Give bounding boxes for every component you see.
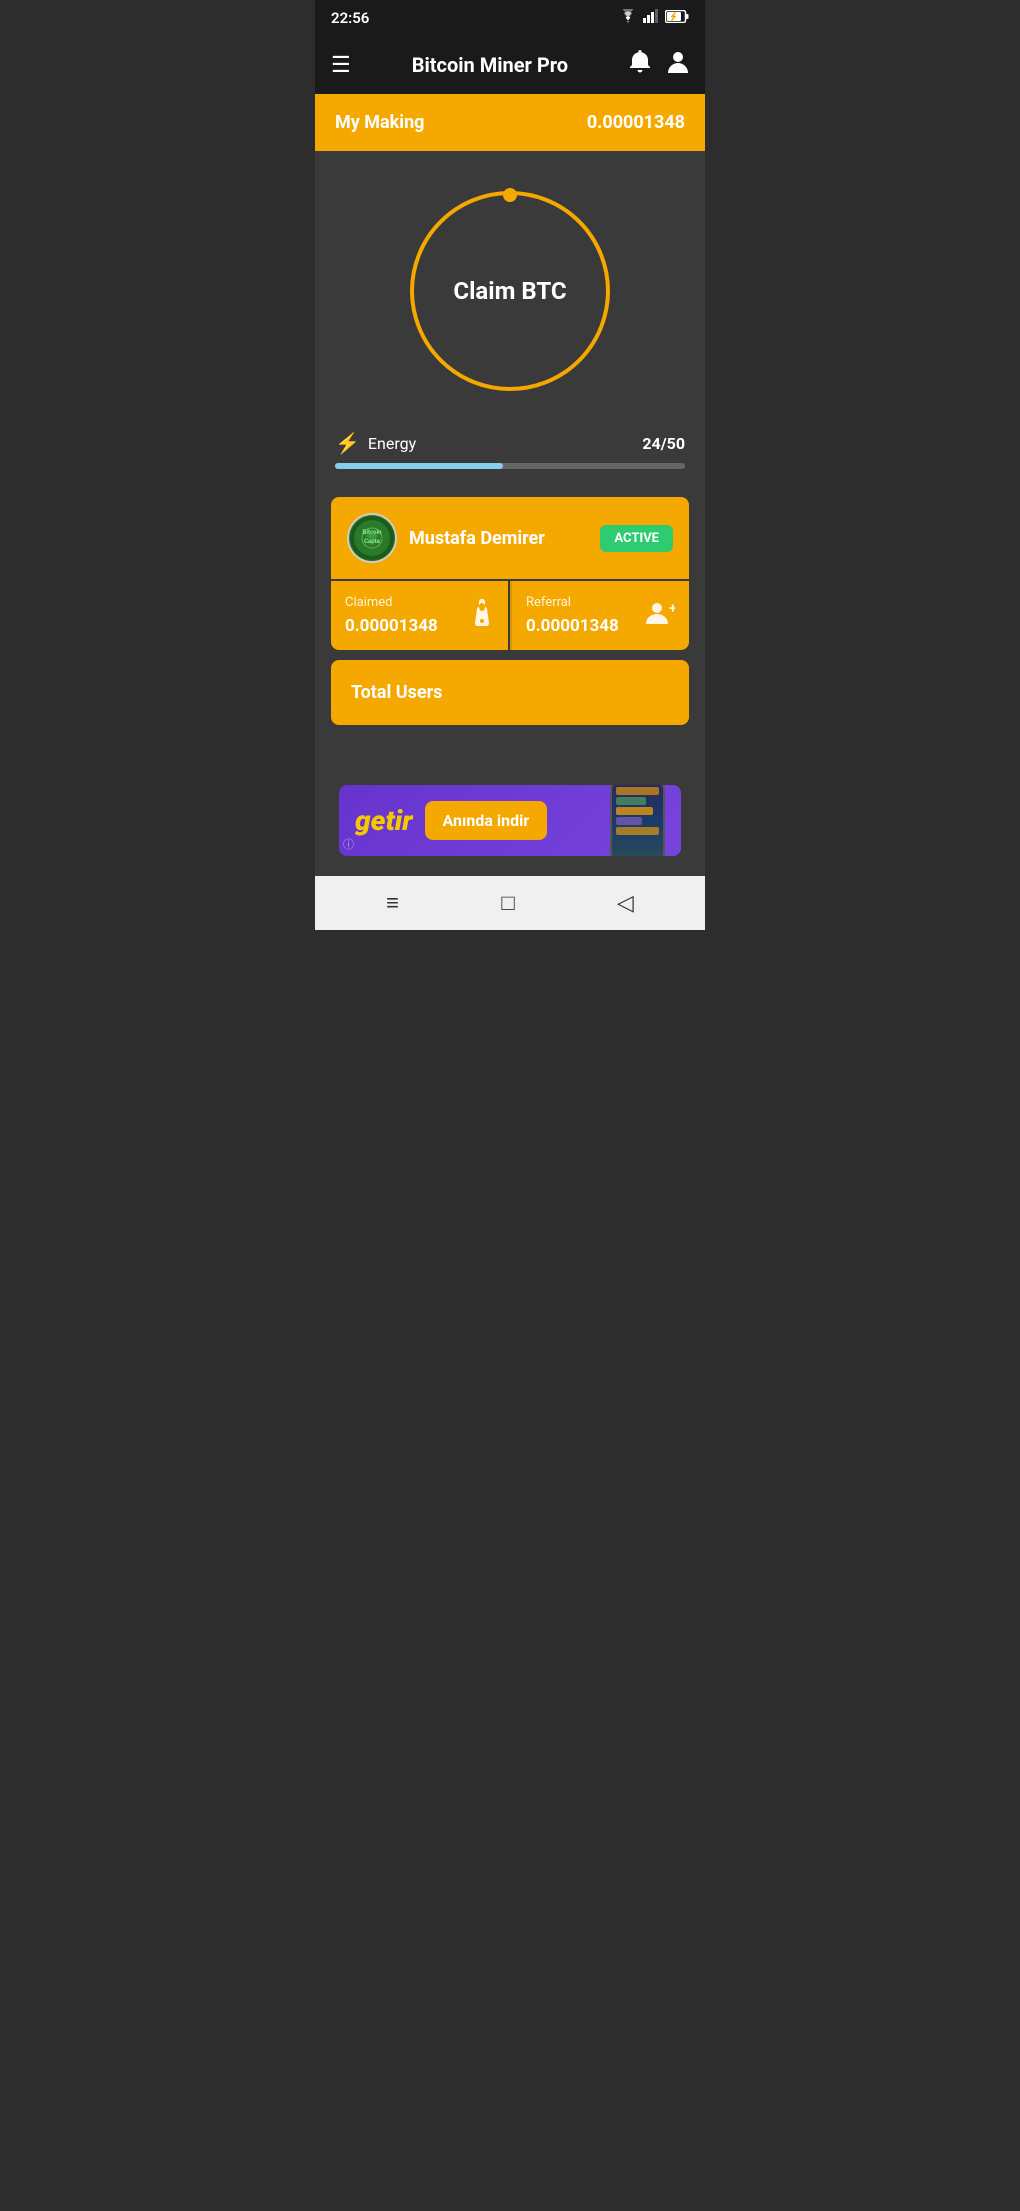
app-title: Bitcoin Miner Pro [367, 53, 613, 77]
energy-bar-background [335, 463, 685, 469]
my-making-value: 0.00001348 [587, 112, 685, 133]
wifi-icon [619, 9, 637, 27]
phone-row-4 [616, 817, 642, 825]
bottom-nav: ≡ □ ◁ [315, 876, 705, 930]
active-badge: ACTIVE [600, 525, 673, 552]
ad-banner[interactable]: getir Anında indir ⓘ [339, 785, 681, 856]
avatar-image: Bitcoin Capta [349, 515, 395, 561]
cards-container: Bitcoin Capta Mustafa Demirer ACTIVE Cla… [331, 497, 689, 725]
phone-row-5 [616, 827, 659, 835]
total-users-label: Total Users [351, 682, 442, 703]
my-making-label: My Making [335, 112, 424, 133]
claimed-card: Claimed 0.00001348 [331, 581, 508, 650]
my-making-banner: My Making 0.00001348 [315, 94, 705, 151]
claim-btc-button[interactable]: Claim BTC [410, 191, 610, 391]
notification-icon[interactable] [629, 50, 651, 80]
hamburger-menu-icon[interactable]: ☰ [331, 53, 351, 78]
phone-row-2 [616, 797, 646, 805]
user-card: Bitcoin Capta Mustafa Demirer ACTIVE [331, 497, 689, 579]
referral-add-icon: + [645, 601, 675, 631]
referral-card: Referral 0.00001348 + [510, 581, 689, 650]
energy-left: ⚡ Energy [335, 431, 416, 455]
bottom-back-icon[interactable]: ◁ [617, 891, 634, 916]
bottom-menu-icon[interactable]: ≡ [386, 890, 399, 916]
top-nav: ☰ Bitcoin Miner Pro [315, 36, 705, 94]
claimed-icon [470, 599, 494, 633]
empty-space [331, 725, 689, 785]
phone-shape [610, 785, 665, 856]
ad-cta-button[interactable]: Anında indir [425, 801, 548, 840]
battery-icon [665, 10, 689, 27]
user-avatar: Bitcoin Capta [347, 513, 397, 563]
nav-icons [629, 50, 689, 80]
energy-value: 24/50 [642, 434, 685, 453]
claim-circle-container: Claim BTC [331, 171, 689, 421]
main-content: Claim BTC ⚡ Energy 24/50 [315, 151, 705, 876]
status-bar: 22:56 [315, 0, 705, 36]
profile-icon[interactable] [667, 50, 689, 80]
bottom-home-icon[interactable]: □ [501, 890, 514, 916]
stats-row: Claimed 0.00001348 Referral 0.00001348 [331, 581, 689, 650]
energy-section: ⚡ Energy 24/50 [331, 421, 689, 483]
user-info: Bitcoin Capta Mustafa Demirer [347, 513, 545, 563]
status-time: 22:56 [331, 9, 369, 27]
ad-phone-graphic [610, 785, 665, 856]
phone-screen [612, 785, 663, 856]
ad-brand-text: getir [355, 804, 413, 837]
phone-row-1 [616, 787, 659, 795]
energy-bar-fill [335, 463, 503, 469]
signal-icon [643, 9, 659, 27]
total-users-card: Total Users [331, 660, 689, 725]
svg-text:+: + [669, 601, 675, 617]
energy-bolt-icon: ⚡ [335, 431, 360, 455]
claim-btc-label: Claim BTC [453, 277, 566, 305]
user-name: Mustafa Demirer [409, 528, 545, 549]
phone-row-3 [616, 807, 653, 815]
energy-header: ⚡ Energy 24/50 [335, 431, 685, 455]
ad-info-icon: ⓘ [343, 836, 354, 852]
energy-label: Energy [368, 434, 416, 453]
status-icons [619, 9, 689, 27]
svg-text:Capta: Capta [364, 538, 381, 545]
